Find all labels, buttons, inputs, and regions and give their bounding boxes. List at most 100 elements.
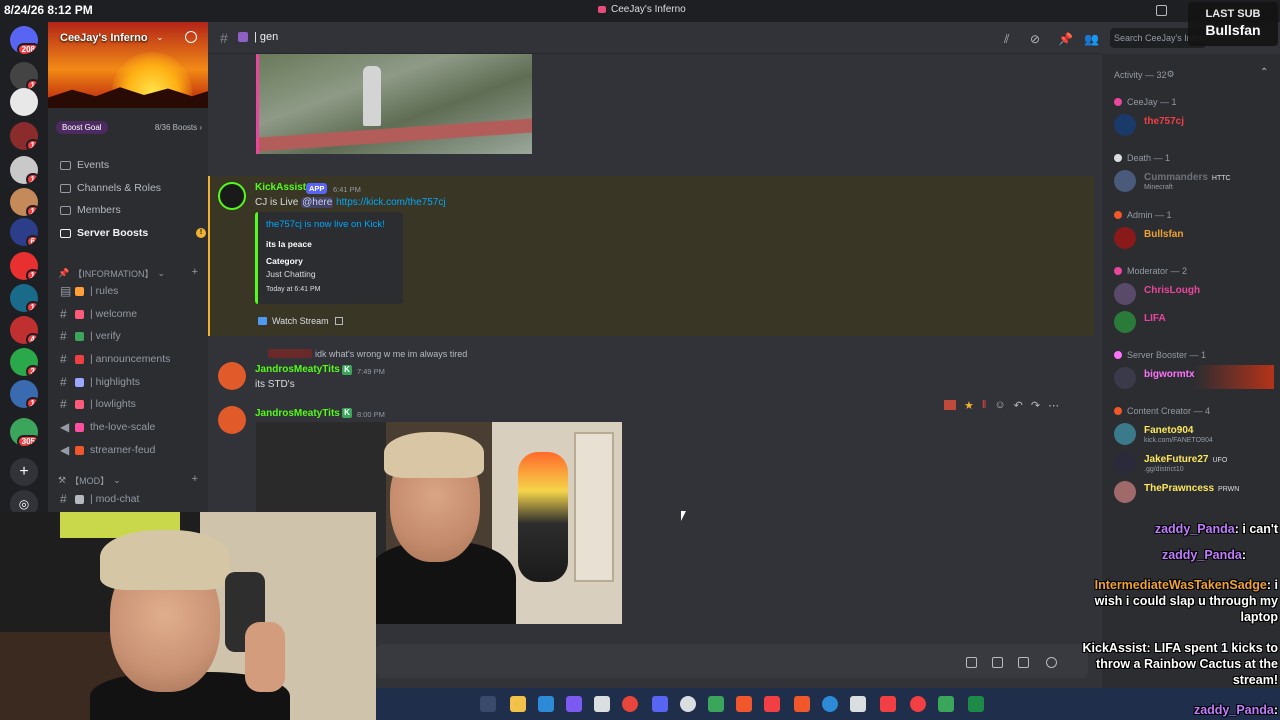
watch-stream-button[interactable]: Watch Stream [258,313,343,329]
app-icon-8[interactable] [880,696,896,712]
category-mod[interactable]: ⚒ 【MOD】 ⌄ + [58,473,198,487]
activity-header[interactable]: Activity — 32 ⚙ [1114,69,1175,80]
sticker-icon[interactable] [1018,657,1029,668]
brave-icon[interactable] [736,696,752,712]
pin-icon[interactable]: 📌 [1058,32,1073,46]
pause-icon[interactable]: ‖ [982,399,987,411]
forward-icon[interactable]: ↷ [1031,399,1040,412]
game-screenshot-attachment[interactable] [256,54,532,154]
member-row[interactable]: Bullsfan [1114,225,1274,249]
add-channel-icon[interactable]: + [192,473,198,485]
boost-goal[interactable]: Boost Goal 8/36 Boosts › [56,118,202,136]
mention-here[interactable]: @here [301,197,334,208]
app-icon-7[interactable] [850,696,866,712]
member-avatar [1114,227,1136,249]
chevron-down-icon[interactable]: ⌄ [156,32,164,43]
mute-icon[interactable]: ⊘ [1030,32,1043,46]
server-icon-7[interactable]: 1 [10,252,38,280]
message-author[interactable]: KickAssist [255,182,306,193]
gif-icon[interactable] [992,657,1003,668]
embed-title[interactable]: the757cj is now live on Kick! [266,219,385,230]
server-icon-8[interactable]: 1 [10,284,38,312]
server-icon-2[interactable] [10,88,38,116]
reaction-emoji-icon[interactable] [944,400,956,410]
webcam-overlay [0,512,376,720]
discord-icon[interactable] [652,696,668,712]
stream-link[interactable]: https://kick.com/the757cj [336,197,446,208]
menu-server-boosts[interactable]: Server Boosts! [60,227,206,239]
opera-icon[interactable] [910,696,926,712]
app-icon-2[interactable] [566,696,582,712]
channel-the-love-scale[interactable]: ◀ the-love-scale [60,420,155,434]
pin-icon: 📌 [58,268,70,278]
member-list-icon[interactable]: 👥 [1084,32,1099,46]
home-icon[interactable]: 208 [10,26,38,54]
add-channel-icon[interactable]: + [192,266,198,278]
member-row[interactable]: the757cj [1114,112,1274,136]
member-row[interactable]: Faneto904 kick.com/FANETO904 [1114,421,1274,445]
channel-verify[interactable]: # | verify [60,329,121,343]
app-icon-3[interactable] [594,696,610,712]
server-icon-1[interactable]: 1 [10,62,38,90]
reply-icon[interactable]: ↶ [1014,399,1023,412]
music-icon[interactable] [764,696,780,712]
app-icon-6[interactable] [794,696,810,712]
jandros-avatar[interactable] [218,362,246,390]
collapse-icon[interactable]: ⌃ [1260,67,1268,78]
server-icon-4[interactable]: 1 [10,156,38,184]
server-icon-9[interactable]: 4 [10,316,38,344]
channel-highlights[interactable]: # | highlights [60,375,140,389]
menu-events[interactable]: Events [60,159,109,171]
channel-welcome[interactable]: # | welcome [60,307,137,321]
add-reaction-icon[interactable]: ☺ [994,399,1005,411]
channel-mod-chat[interactable]: # | mod-chat [60,492,139,506]
message-input[interactable] [376,644,1088,678]
reply-preview[interactable]: idk what's wrong w me im always tired [315,349,467,359]
help-icon[interactable] [822,696,838,712]
excel-icon[interactable] [968,696,984,712]
jandros-avatar[interactable] [218,406,246,434]
invite-icon[interactable] [185,31,197,43]
member-row[interactable]: bigwormtx [1114,365,1274,389]
category-information[interactable]: 📌 【INFORMATION】 ⌄ + [58,266,198,280]
channel-announcements[interactable]: # | announcements [60,352,170,366]
server-icon-10[interactable]: 3 [10,348,38,376]
chrome-icon[interactable] [622,696,638,712]
threads-icon[interactable]: ⫽ [1004,32,1017,46]
menu-members[interactable]: Members [60,204,121,216]
app-icon-5[interactable] [708,696,724,712]
member-row[interactable]: LIFA [1114,309,1274,333]
server-icon-3[interactable]: 1 [10,122,38,150]
server-icon-5[interactable]: 1 [10,188,38,216]
watch-stream-label: Watch Stream [272,316,329,326]
channel-rules[interactable]: ▤ | rules [60,284,118,298]
server-icon-11[interactable]: 1 [10,380,38,408]
server-banner[interactable]: CeeJay's Inferno ⌄ [48,22,208,108]
app-icon-4[interactable] [680,696,696,712]
message-author[interactable]: JandrosMeatyTits [255,408,340,419]
xbox-icon[interactable] [938,696,954,712]
add-server-icon[interactable]: + [10,458,38,486]
inbox-icon[interactable] [1156,5,1167,16]
explore-icon[interactable]: ◎ [10,490,38,512]
server-name[interactable]: CeeJay's Inferno [60,32,148,44]
file-explorer-icon[interactable] [510,696,526,712]
task-view-icon[interactable] [480,696,496,712]
member-row[interactable]: ChrisLough [1114,281,1274,305]
member-row[interactable]: JakeFuture27 UFO .gg/district10 [1114,450,1274,474]
kickassist-avatar[interactable] [218,182,246,210]
member-row[interactable]: ThePrawncess PRWN [1114,479,1274,503]
channel-lowlights[interactable]: # | lowlights [60,397,136,411]
star-icon[interactable]: ★ [964,399,974,412]
emoji-icon[interactable] [1046,657,1057,668]
gift-icon[interactable] [966,657,977,668]
message-author[interactable]: JandrosMeatyTits [255,364,340,375]
member-row[interactable]: Cummanders HTTC Minecraft [1114,168,1274,192]
server-icon-12[interactable]: 305 [10,418,38,446]
more-icon[interactable]: ⋯ [1048,399,1059,412]
hash-icon: # [60,397,67,411]
server-icon-6[interactable]: 6 [10,218,38,246]
menu-channels-roles[interactable]: Channels & Roles [60,182,161,194]
app-icon-1[interactable] [538,696,554,712]
channel-streamer-feud[interactable]: ◀ streamer-feud [60,443,155,457]
